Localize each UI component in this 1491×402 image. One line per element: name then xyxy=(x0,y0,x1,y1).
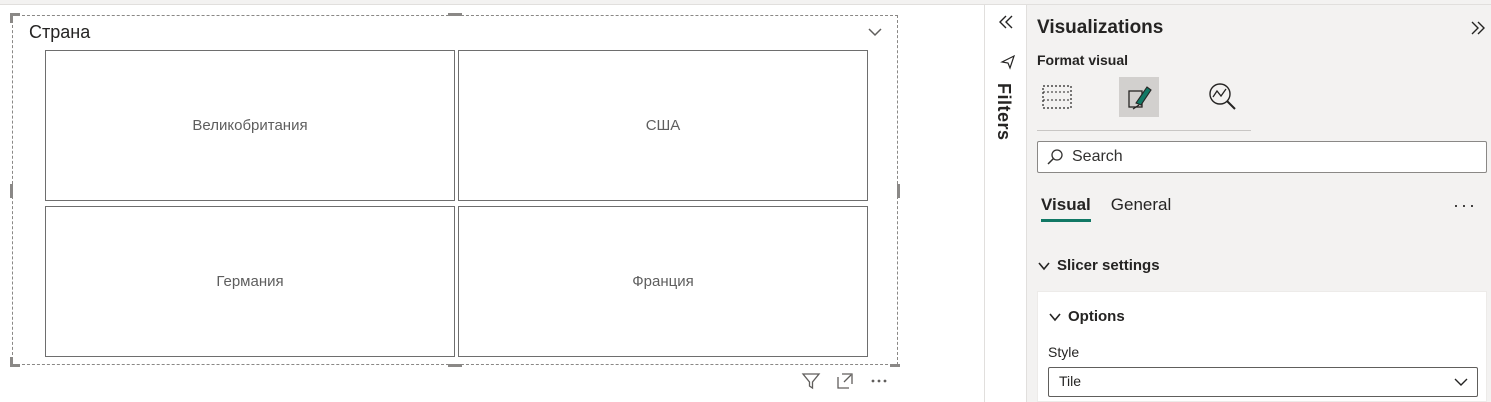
more-options-icon[interactable]: ··· xyxy=(1453,195,1477,216)
build-visual-icon xyxy=(1040,80,1074,114)
search-placeholder: Search xyxy=(1072,148,1123,165)
options-title: Options xyxy=(1068,308,1125,325)
tab-analytics[interactable] xyxy=(1203,77,1243,117)
slicer-visual[interactable]: Страна Великобритания США Германия Франц… xyxy=(10,13,900,367)
resize-handle-right[interactable] xyxy=(897,184,900,198)
chevron-down-icon xyxy=(1048,310,1062,324)
tile-item[interactable]: Великобритания xyxy=(45,50,455,201)
resize-handle-corner-tl-v xyxy=(10,13,13,23)
chevron-down-icon[interactable] xyxy=(865,22,885,42)
format-visual-label: Format visual xyxy=(1037,52,1129,68)
pane-tab-bar xyxy=(1037,75,1251,131)
style-dropdown[interactable]: Tile xyxy=(1048,367,1478,397)
resize-handle-bottom[interactable] xyxy=(448,364,462,367)
search-icon xyxy=(1046,148,1064,166)
tile-label: США xyxy=(645,117,681,134)
double-chevron-right-icon[interactable] xyxy=(1467,17,1489,39)
subtab-general[interactable]: General xyxy=(1111,195,1171,222)
section-title: Slicer settings xyxy=(1057,257,1160,274)
visualizations-pane: Visualizations Format visual Search Visu… xyxy=(1026,5,1491,402)
tab-build-visual[interactable] xyxy=(1037,77,1077,117)
visual-header-tools xyxy=(800,370,890,392)
filter-icon[interactable] xyxy=(800,370,822,392)
double-chevron-left-icon[interactable] xyxy=(995,11,1017,33)
report-canvas[interactable]: Страна Великобритания США Германия Франц… xyxy=(0,5,984,402)
section-slicer-settings[interactable]: Slicer settings xyxy=(1037,257,1160,274)
analytics-icon xyxy=(1206,80,1240,114)
resize-handle-corner-bl-v xyxy=(10,357,13,367)
style-value: Tile xyxy=(1059,373,1082,389)
search-input[interactable]: Search xyxy=(1037,141,1487,173)
tab-format-visual[interactable] xyxy=(1119,77,1159,117)
format-paintbrush-icon xyxy=(1123,81,1155,113)
tile-item[interactable]: Франция xyxy=(458,206,868,357)
chevron-down-icon xyxy=(1037,259,1051,273)
more-options-icon[interactable] xyxy=(868,370,890,392)
options-card: Options Style Tile xyxy=(1037,291,1487,402)
format-subtabs: Visual General xyxy=(1041,195,1171,222)
pane-title: Visualizations xyxy=(1037,17,1164,38)
filters-label[interactable]: Filters xyxy=(993,83,1014,141)
tile-label: Великобритания xyxy=(192,117,308,134)
resize-handle-top[interactable] xyxy=(448,13,462,16)
subtab-visual[interactable]: Visual xyxy=(1041,195,1091,222)
style-label: Style xyxy=(1048,344,1080,360)
resize-handle-corner-br[interactable] xyxy=(890,364,900,367)
focus-mode-icon[interactable] xyxy=(834,370,856,392)
chevron-down-icon xyxy=(1453,374,1469,390)
tile-item[interactable]: Германия xyxy=(45,206,455,357)
tile-item[interactable]: США xyxy=(458,50,868,201)
filters-pane-collapsed[interactable]: Filters xyxy=(984,5,1026,402)
options-header[interactable]: Options xyxy=(1048,308,1125,325)
tile-label: Германия xyxy=(216,273,284,290)
slicer-title: Страна xyxy=(29,22,91,42)
tile-label: Франция xyxy=(632,273,694,290)
resize-handle-left[interactable] xyxy=(10,184,13,198)
filter-icon xyxy=(999,53,1017,71)
